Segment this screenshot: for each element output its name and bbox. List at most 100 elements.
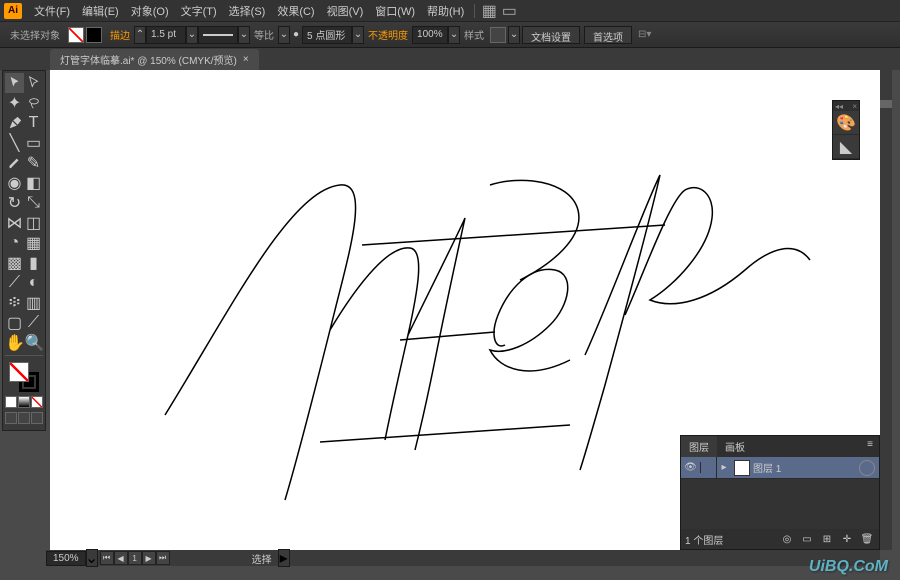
menu-window[interactable]: 窗口(W) [369, 3, 421, 19]
prefs-button[interactable]: 首选项 [584, 26, 632, 44]
menu-file[interactable]: 文件(F) [28, 3, 76, 19]
toolbox: ✦ T ╲▭ ✎ ◉◧ ↻⤡ ⋈◫ ◔▦ ▩▮ ⟋◐ ፨▥ ▢⟋ ✋🔍 [2, 70, 46, 431]
gradient-tool[interactable]: ▮ [24, 253, 43, 273]
uniform-dropdown[interactable]: ⌄ [278, 26, 290, 44]
nav-first[interactable]: ⏮ [100, 551, 114, 565]
menu-view[interactable]: 视图(V) [321, 3, 370, 19]
fill-stroke-indicator[interactable] [68, 27, 102, 43]
symbol-sprayer-tool[interactable]: ፨ [5, 293, 24, 313]
vertical-scrollbar[interactable] [880, 70, 892, 550]
stroke-stepper[interactable]: ⌃ [134, 26, 146, 44]
color-mode-solid[interactable] [5, 396, 17, 408]
arrange-icon[interactable]: ▭ [501, 3, 517, 19]
align-icon[interactable]: ⊟▾ [638, 29, 651, 40]
panel-menu-icon[interactable]: ≡ [861, 436, 879, 457]
brushes-panel-icon[interactable]: ◣ [833, 135, 859, 159]
stroke-weight-dropdown[interactable]: ⌄ [186, 26, 198, 44]
menu-edit[interactable]: 编辑(E) [76, 3, 125, 19]
delete-layer-icon[interactable]: 🗑 [859, 534, 875, 545]
perspective-tool[interactable]: ▦ [24, 233, 43, 253]
draw-normal[interactable] [5, 412, 17, 424]
stroke-label[interactable]: 描边 [110, 27, 130, 42]
nav-last[interactable]: ⏭ [156, 551, 170, 565]
line-tool[interactable]: ╲ [5, 133, 24, 153]
mesh-tool[interactable]: ▩ [5, 253, 24, 273]
selection-status: 未选择对象 [10, 27, 60, 42]
document-tab[interactable]: 灯管字体临摹.ai* @ 150% (CMYK/预览) × [50, 49, 259, 70]
bridge-icon[interactable]: ▦ [481, 3, 497, 19]
nav-page[interactable]: 1 [128, 551, 142, 565]
draw-behind[interactable] [18, 412, 30, 424]
zoom-tool[interactable]: 🔍 [25, 333, 45, 353]
floating-panel[interactable]: ◂◂× 🎨 ◣ [832, 100, 860, 160]
stroke-weight-input[interactable] [146, 26, 186, 44]
new-sublayer-icon[interactable]: ⊞ [819, 534, 835, 545]
fill-swatch-icon[interactable] [68, 27, 84, 43]
nav-prev[interactable]: ◀ [114, 551, 128, 565]
stroke-swatch-icon[interactable] [86, 27, 102, 43]
blob-brush-tool[interactable]: ◉ [5, 173, 24, 193]
color-mode-gradient[interactable] [18, 396, 30, 408]
menu-help[interactable]: 帮助(H) [421, 3, 470, 19]
layer-row[interactable]: 👁 ▸ 图层 1 [681, 457, 879, 479]
style-dropdown[interactable]: ⌄ [508, 26, 520, 44]
pencil-tool[interactable]: ✎ [24, 153, 43, 173]
zoom-display[interactable]: 150% [46, 551, 86, 566]
profile-input[interactable] [302, 26, 352, 44]
close-icon[interactable]: × [243, 54, 249, 65]
doc-setup-button[interactable]: 文档设置 [522, 26, 580, 44]
new-layer-icon[interactable]: ✛ [839, 534, 855, 545]
shape-builder-tool[interactable]: ◔ [5, 233, 24, 253]
opacity-label[interactable]: 不透明度 [368, 27, 408, 42]
menu-select[interactable]: 选择(S) [223, 3, 272, 19]
scale-tool[interactable]: ⤡ [24, 193, 43, 213]
status-dropdown[interactable]: ▸ [278, 549, 290, 567]
opacity-dropdown[interactable]: ⌄ [448, 26, 460, 44]
free-transform-tool[interactable]: ◫ [24, 213, 43, 233]
blend-tool[interactable]: ◐ [24, 273, 43, 293]
layer-name[interactable]: 图层 1 [753, 460, 855, 475]
visibility-toggle-icon[interactable]: 👁 [681, 462, 701, 473]
lasso-tool[interactable] [24, 93, 43, 113]
tab-layers[interactable]: 图层 [681, 436, 717, 457]
pen-tool[interactable] [5, 113, 24, 133]
draw-inside[interactable] [31, 412, 43, 424]
document-tab-title: 灯管字体临摹.ai* @ 150% (CMYK/预览) [60, 52, 237, 67]
color-mode-none[interactable] [31, 396, 43, 408]
direct-selection-tool[interactable] [24, 73, 43, 93]
eraser-tool[interactable]: ◧ [24, 173, 43, 193]
tab-artboards[interactable]: 画板 [717, 436, 753, 457]
status-bar: 150% ⌄ ⏮ ◀ 1 ▶ ⏭ 选择 ▸ [46, 550, 880, 566]
graph-tool[interactable]: ▥ [24, 293, 43, 313]
zoom-dropdown[interactable]: ⌄ [86, 549, 98, 567]
selection-tool[interactable] [5, 73, 24, 93]
menu-type[interactable]: 文字(T) [175, 3, 223, 19]
rotate-tool[interactable]: ↻ [5, 193, 24, 213]
eyedropper-tool[interactable]: ⟋ [5, 273, 24, 293]
color-panel-icon[interactable]: 🎨 [833, 111, 859, 135]
slice-tool[interactable]: ⟋ [24, 313, 43, 333]
magic-wand-tool[interactable]: ✦ [5, 93, 24, 113]
hand-tool[interactable]: ✋ [5, 333, 25, 353]
artboard-tool[interactable]: ▢ [5, 313, 24, 333]
type-tool[interactable]: T [24, 113, 43, 133]
float-panel-header[interactable]: ◂◂× [833, 101, 859, 111]
profile-dropdown[interactable]: ⌄ [352, 26, 364, 44]
nav-next[interactable]: ▶ [142, 551, 156, 565]
lock-toggle[interactable] [701, 457, 717, 478]
make-clip-icon[interactable]: ▭ [799, 534, 815, 545]
opacity-input[interactable] [412, 26, 448, 44]
expand-icon[interactable]: ▸ [717, 462, 731, 473]
menu-effect[interactable]: 效果(C) [271, 3, 320, 19]
stroke-style-preview[interactable] [198, 26, 238, 44]
target-icon[interactable] [859, 460, 875, 476]
menu-object[interactable]: 对象(O) [125, 3, 175, 19]
locate-layer-icon[interactable]: ◎ [779, 534, 795, 545]
fill-color-icon[interactable] [9, 362, 29, 382]
fill-stroke-selector[interactable] [9, 362, 39, 392]
paintbrush-tool[interactable] [5, 153, 24, 173]
width-tool[interactable]: ⋈ [5, 213, 24, 233]
style-swatch[interactable] [490, 27, 506, 43]
stroke-style-dropdown[interactable]: ⌄ [238, 26, 250, 44]
rectangle-tool[interactable]: ▭ [24, 133, 43, 153]
